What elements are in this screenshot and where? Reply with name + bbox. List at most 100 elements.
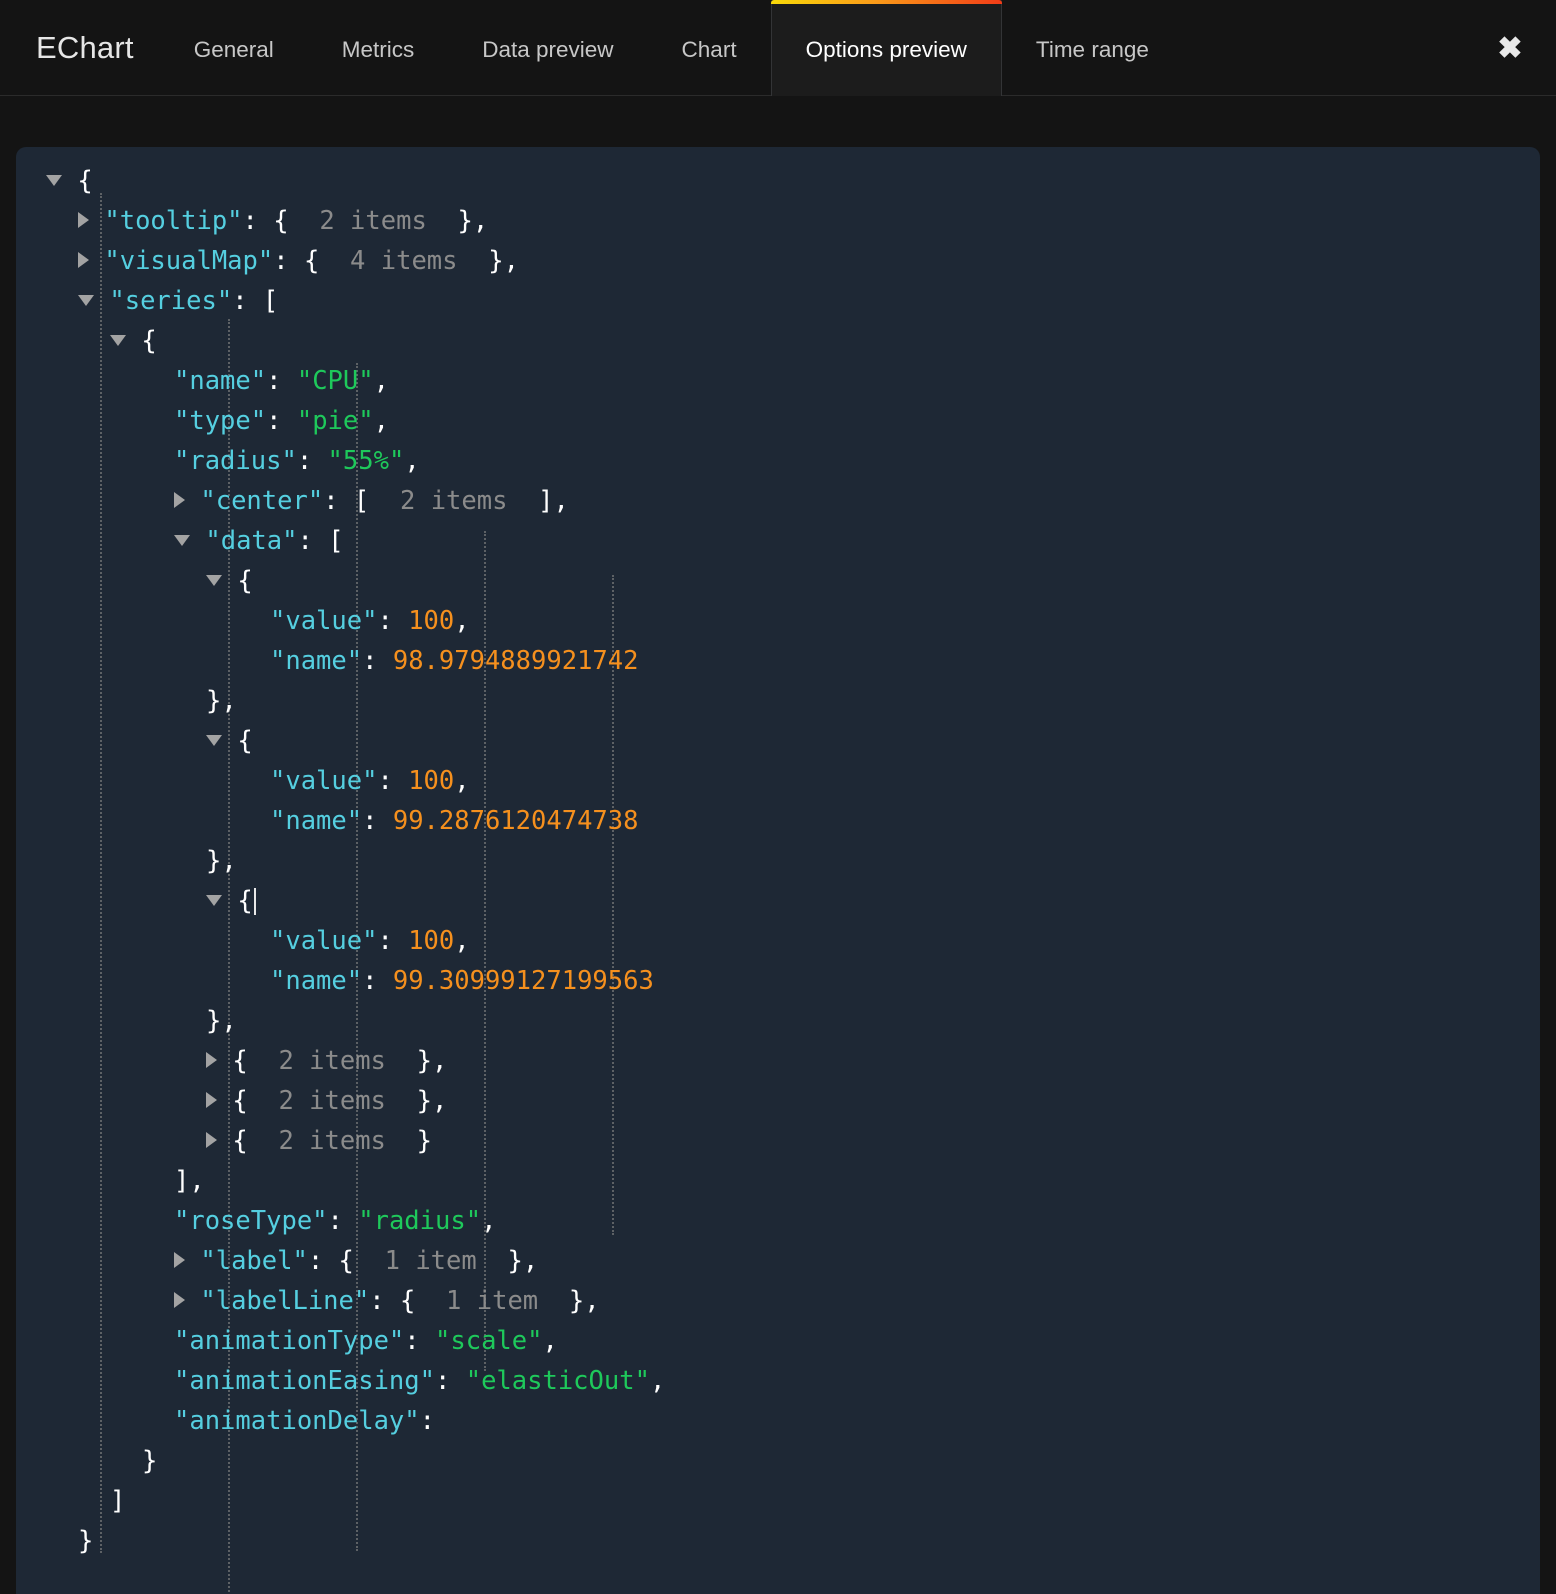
json-tree-row[interactable]: { 2 items }, — [16, 1041, 1540, 1081]
json-tree-row[interactable]: "data": [ — [16, 521, 1540, 561]
tab-time-range[interactable]: Time range — [1002, 0, 1183, 96]
json-tree-row[interactable]: "type": "pie", — [16, 401, 1540, 441]
json-tree-row[interactable]: "value": 100, — [16, 601, 1540, 641]
tab-label: General — [193, 37, 274, 62]
chevron-right-icon[interactable] — [174, 1292, 185, 1308]
json-tree-row[interactable]: "tooltip": { 2 items }, — [16, 201, 1540, 241]
close-icon[interactable]: ✖ — [1464, 0, 1556, 96]
chevron-right-icon[interactable] — [78, 252, 89, 268]
chevron-down-icon[interactable] — [78, 294, 94, 306]
json-bracket: { — [399, 1286, 416, 1316]
chevron-down-icon[interactable] — [206, 734, 222, 746]
json-bracket: { — [77, 166, 93, 196]
json-tree-row[interactable]: "value": 100, — [16, 761, 1540, 801]
json-trailing-bracket: , — [649, 1366, 666, 1396]
tab-label: Options preview — [805, 37, 967, 62]
json-tree-panel[interactable]: { "tooltip": { 2 items }, "visualMap": {… — [16, 147, 1540, 1594]
json-tree-row[interactable]: "radius": "55%", — [16, 441, 1540, 481]
json-tree-row[interactable]: { 2 items } — [16, 1121, 1540, 1161]
json-key: "labelLine" — [200, 1286, 370, 1316]
chevron-down-icon[interactable] — [174, 534, 190, 546]
json-item-count-spacer-end — [507, 486, 538, 516]
json-trailing-bracket: }, — [488, 246, 519, 276]
json-tree-row[interactable]: "animationType": "scale", — [16, 1321, 1540, 1361]
json-tree-row[interactable]: "name": 99.2876120474738 — [16, 801, 1540, 841]
json-trailing-bracket: } — [416, 1126, 432, 1156]
chevron-right-icon[interactable] — [174, 492, 185, 508]
tab-options-preview[interactable]: Options preview — [770, 0, 1003, 96]
json-bracket: { — [303, 246, 320, 276]
json-item-count-spacer — [319, 246, 350, 276]
json-trailing-bracket: , — [404, 446, 420, 476]
json-tree-row[interactable]: "series": [ — [16, 281, 1540, 321]
json-tree-row[interactable]: "value": 100, — [16, 921, 1540, 961]
json-bracket: ] — [110, 1486, 126, 1516]
json-tree-row[interactable]: "animationDelay": — [16, 1401, 1540, 1441]
json-tree-row[interactable]: "visualMap": { 4 items }, — [16, 241, 1540, 281]
json-trailing-bracket: , — [373, 366, 389, 396]
json-colon: : — [327, 1206, 359, 1236]
json-colon: : — [307, 1246, 339, 1276]
json-colon: : — [266, 366, 297, 396]
json-trailing-bracket: , — [481, 1206, 497, 1236]
json-item-count-spacer — [248, 1046, 279, 1076]
tab-general[interactable]: General — [160, 0, 308, 96]
chevron-down-icon[interactable] — [206, 894, 222, 906]
json-item-count-spacer — [415, 1286, 446, 1316]
json-tree-row[interactable]: } — [16, 1521, 1540, 1561]
json-tree-row[interactable]: { — [16, 161, 1540, 201]
chevron-right-icon[interactable] — [78, 212, 89, 228]
json-value: 99.30999127199563 — [392, 966, 654, 996]
tab-metrics[interactable]: Metrics — [308, 0, 449, 96]
json-colon: : — [323, 486, 354, 516]
json-value: 100 — [408, 926, 455, 956]
json-tree-row[interactable]: "center": [ 2 items ], — [16, 481, 1540, 521]
json-tree-row[interactable]: "name": 99.30999127199563 — [16, 961, 1540, 1001]
json-tree-row[interactable]: "name": "CPU", — [16, 361, 1540, 401]
json-tree-row[interactable]: ], — [16, 1161, 1540, 1201]
chevron-right-icon[interactable] — [206, 1132, 217, 1148]
json-tree-row[interactable]: "label": { 1 item }, — [16, 1241, 1540, 1281]
json-tree-row[interactable]: "labelLine": { 1 item }, — [16, 1281, 1540, 1321]
json-item-count: 2 items — [278, 1086, 386, 1116]
chevron-right-icon[interactable] — [206, 1092, 217, 1108]
json-value: "pie" — [296, 406, 374, 436]
json-tree-row[interactable]: }, — [16, 1001, 1540, 1041]
json-tree-row[interactable]: "name": 98.9794889921742 — [16, 641, 1540, 681]
chevron-right-icon[interactable] — [206, 1052, 217, 1068]
tab-data-preview[interactable]: Data preview — [448, 0, 647, 96]
json-item-count: 1 item — [446, 1286, 539, 1316]
json-colon: : — [362, 806, 393, 836]
chevron-down-icon[interactable] — [46, 174, 62, 186]
json-key: "label" — [200, 1246, 308, 1276]
json-tree: { "tooltip": { 2 items }, "visualMap": {… — [16, 161, 1540, 1561]
chevron-right-icon[interactable] — [174, 1252, 185, 1268]
json-key: "visualMap" — [104, 246, 274, 276]
tab-label: Data preview — [482, 37, 614, 62]
json-tree-row[interactable]: "animationEasing": "elasticOut", — [16, 1361, 1540, 1401]
chevron-down-icon[interactable] — [206, 574, 222, 586]
json-tree-row[interactable]: { — [16, 721, 1540, 761]
json-tree-row[interactable]: "roseType": "radius", — [16, 1201, 1540, 1241]
json-item-count: 2 items — [399, 486, 508, 516]
json-tree-row[interactable]: }, — [16, 841, 1540, 881]
json-tree-row[interactable]: { — [16, 321, 1540, 361]
json-bracket: { — [237, 566, 253, 596]
tab-chart[interactable]: Chart — [648, 0, 771, 96]
chevron-down-icon[interactable] — [110, 334, 126, 346]
json-tree-row[interactable]: { 2 items }, — [16, 1081, 1540, 1121]
json-bracket: } — [142, 1446, 158, 1476]
json-trailing-bracket: , — [454, 766, 470, 796]
json-value: 100 — [408, 606, 455, 636]
json-tree-row[interactable]: { — [16, 561, 1540, 601]
json-item-count-spacer — [289, 206, 320, 236]
json-tree-row[interactable]: { — [16, 881, 1540, 921]
json-colon: : — [419, 1406, 451, 1436]
json-tree-row[interactable]: } — [16, 1441, 1540, 1481]
json-item-count-spacer — [354, 1246, 385, 1276]
json-value: "55%" — [327, 446, 405, 476]
json-tree-row[interactable]: ] — [16, 1481, 1540, 1521]
json-tree-row[interactable]: }, — [16, 681, 1540, 721]
json-key: "radius" — [174, 446, 297, 476]
json-item-count-spacer-end — [477, 1246, 508, 1276]
